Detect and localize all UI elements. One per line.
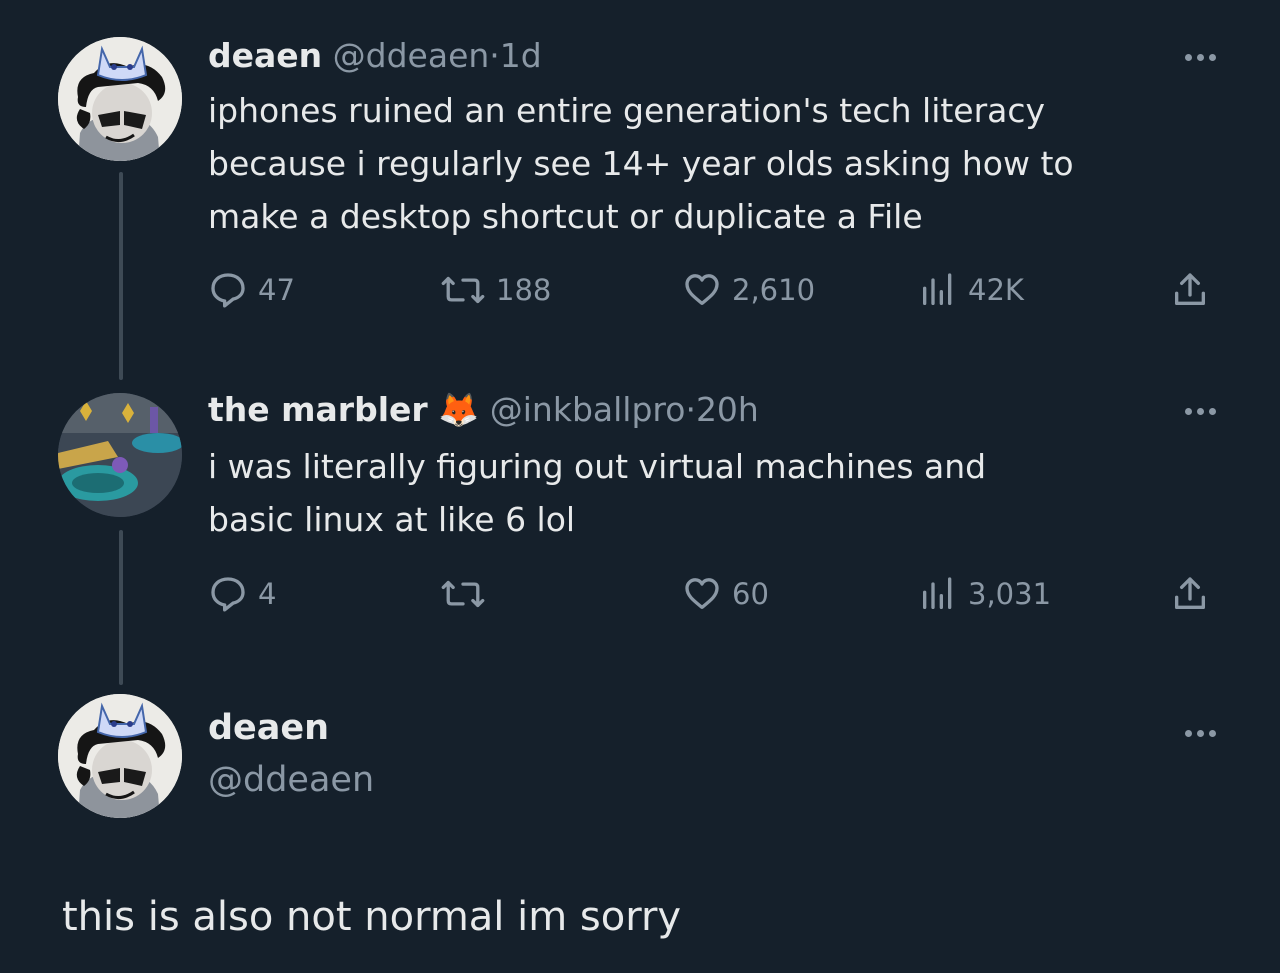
views-button[interactable]: 3,031 xyxy=(918,574,1051,614)
tweet2-actions: 4 60 3,031 xyxy=(208,574,1218,614)
avatar-deaen[interactable] xyxy=(58,37,182,161)
repost-icon xyxy=(440,574,486,614)
tweet-line: make a desktop shortcut or duplicate a F… xyxy=(208,197,923,236)
thread-line-1 xyxy=(119,172,123,380)
tweet1-header: deaen @ddeaen·1d xyxy=(208,36,542,75)
thread-line-2 xyxy=(119,530,123,685)
reply-icon xyxy=(208,574,248,614)
author-handle[interactable]: @ddeaen xyxy=(208,760,374,800)
views-icon xyxy=(918,270,958,310)
repost-count: 188 xyxy=(496,273,552,307)
tweet-line: because i regularly see 14+ year olds as… xyxy=(208,144,1074,183)
share-button[interactable] xyxy=(1170,270,1210,310)
like-button[interactable]: 60 xyxy=(682,574,769,614)
share-icon xyxy=(1170,270,1210,310)
repost-button[interactable]: 188 xyxy=(440,270,551,310)
tweet2-text: i was literally figuring out virtual mac… xyxy=(208,440,1208,546)
timestamp[interactable]: 1d xyxy=(500,36,542,75)
avatar-deaen[interactable] xyxy=(58,694,182,818)
author-name[interactable]: the marbler xyxy=(208,390,428,429)
tweet1-text: iphones ruined an entire generation's te… xyxy=(208,84,1208,243)
reply-icon xyxy=(208,270,248,310)
tweet2-header: the marbler 🦊 @inkballpro·20h xyxy=(208,390,759,430)
reply-count: 4 xyxy=(258,577,277,611)
tweet-body: this is also not normal im sorry xyxy=(62,894,682,940)
like-count: 60 xyxy=(732,577,769,611)
more-icon[interactable] xyxy=(1185,408,1216,415)
fox-emoji-icon: 🦊 xyxy=(438,390,480,429)
share-button[interactable] xyxy=(1170,574,1210,614)
share-icon xyxy=(1170,574,1210,614)
views-button[interactable]: 42K xyxy=(918,270,1024,310)
separator-dot: · xyxy=(685,390,696,429)
author-name[interactable]: deaen xyxy=(208,36,322,75)
repost-button[interactable] xyxy=(440,574,496,614)
like-icon xyxy=(682,270,722,310)
timestamp[interactable]: 20h xyxy=(696,390,759,429)
like-icon xyxy=(682,574,722,614)
tweet-line: iphones ruined an entire generation's te… xyxy=(208,91,1046,130)
avatar-marbler[interactable] xyxy=(58,393,182,517)
views-count: 42K xyxy=(968,273,1024,307)
more-icon[interactable] xyxy=(1185,730,1216,737)
tweet-line: i was literally figuring out virtual mac… xyxy=(208,447,987,486)
more-icon[interactable] xyxy=(1185,54,1216,61)
separator-dot: · xyxy=(489,36,500,75)
author-handle[interactable]: @ddeaen xyxy=(333,36,490,75)
author-handle[interactable]: @inkballpro xyxy=(490,390,686,429)
repost-icon xyxy=(440,270,486,310)
reply-button[interactable]: 47 xyxy=(208,270,295,310)
views-icon xyxy=(918,574,958,614)
reply-button[interactable]: 4 xyxy=(208,574,276,614)
like-button[interactable]: 2,610 xyxy=(682,270,815,310)
tweet-line: basic linux at like 6 lol xyxy=(208,500,576,539)
reply-count: 47 xyxy=(258,273,295,307)
author-name[interactable]: deaen xyxy=(208,708,329,748)
views-count: 3,031 xyxy=(968,577,1052,611)
like-count: 2,610 xyxy=(732,273,816,307)
tweet1-actions: 47 188 2,610 42K xyxy=(208,270,1218,310)
